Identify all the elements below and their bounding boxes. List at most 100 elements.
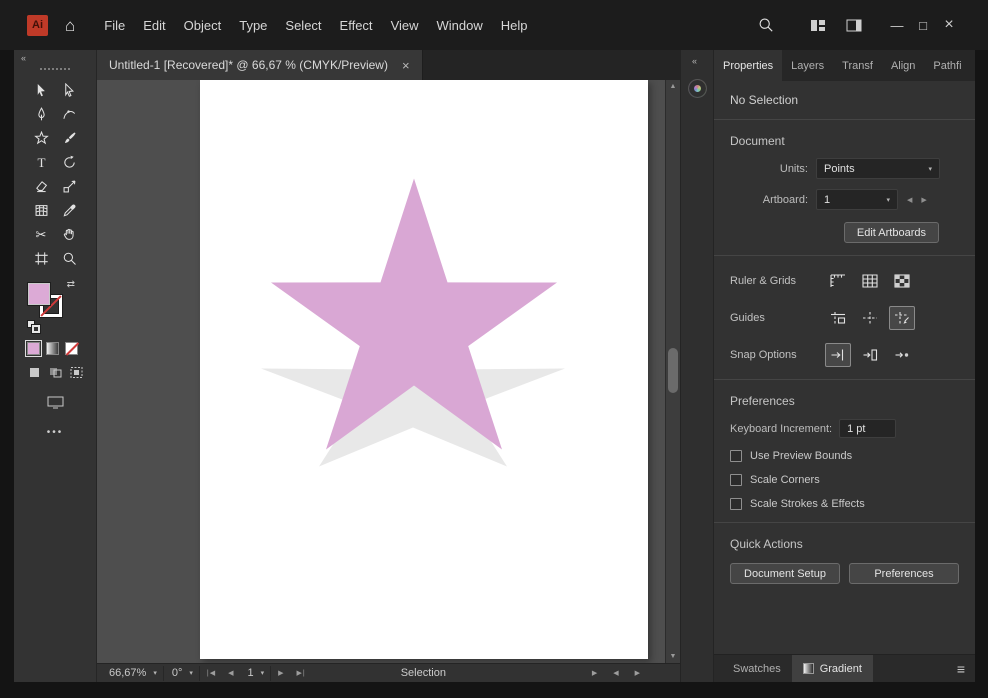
scale-tool[interactable]: [55, 174, 83, 198]
menu-window[interactable]: Window: [428, 13, 492, 38]
next-artboard-button[interactable]: ▶: [273, 669, 289, 677]
workspace-switcher-icon[interactable]: [810, 19, 826, 32]
status-menu-arrow-icon[interactable]: ▶: [592, 669, 597, 677]
eraser-tool[interactable]: [27, 174, 55, 198]
mesh-tool[interactable]: [27, 198, 55, 222]
snap-to-pixel-icon[interactable]: [857, 343, 883, 367]
maximize-button[interactable]: □: [910, 18, 936, 33]
artboard[interactable]: [200, 80, 648, 659]
previous-artboard-pager-icon[interactable]: ◀: [907, 196, 912, 204]
hscroll-left-icon[interactable]: ◀: [613, 669, 618, 677]
artboard-navigation-select[interactable]: 1 ▾: [241, 665, 272, 681]
next-artboard-pager-icon[interactable]: ▶: [921, 196, 926, 204]
zoom-tool[interactable]: [55, 246, 83, 270]
scroll-down-icon[interactable]: ▼: [666, 653, 680, 660]
toolbar-collapse-icon[interactable]: «: [14, 50, 96, 66]
rotation-select[interactable]: 0° ▾: [166, 665, 200, 681]
direct-selection-tool[interactable]: [55, 78, 83, 102]
expand-panels-icon[interactable]: «: [681, 50, 713, 66]
color-button[interactable]: [25, 340, 42, 357]
artboard-select[interactable]: 1 ▾: [816, 189, 898, 210]
home-icon[interactable]: ⌂: [65, 17, 75, 34]
menu-view[interactable]: View: [382, 13, 428, 38]
document-tab-close-icon[interactable]: ×: [402, 58, 410, 73]
tab-gradient[interactable]: Gradient: [791, 655, 873, 682]
scale-strokes-effects-checkbox[interactable]: [730, 498, 742, 510]
chevron-down-icon: ▾: [189, 670, 193, 677]
eyedropper-tool[interactable]: [55, 198, 83, 222]
tab-align[interactable]: Align: [882, 50, 924, 81]
toolbar-drag-grip[interactable]: [40, 68, 70, 72]
rotate-tool[interactable]: [55, 150, 83, 174]
keyboard-increment-input[interactable]: 1 pt: [839, 419, 897, 438]
draw-mode-buttons: [27, 366, 84, 384]
selection-tool[interactable]: [27, 78, 55, 102]
hand-tool[interactable]: [55, 222, 83, 246]
transparency-grid-icon[interactable]: [889, 269, 915, 293]
menu-type[interactable]: Type: [230, 13, 276, 38]
keyboard-increment-value: 1 pt: [847, 422, 866, 435]
type-tool[interactable]: T: [27, 150, 55, 174]
panel-layout-icon[interactable]: [846, 19, 862, 32]
search-icon[interactable]: [758, 17, 774, 33]
tab-swatches[interactable]: Swatches: [722, 655, 792, 682]
lock-guides-icon[interactable]: [857, 306, 883, 330]
scroll-up-icon[interactable]: ▲: [666, 83, 680, 90]
draw-behind-icon[interactable]: [48, 366, 63, 384]
minimize-button[interactable]: —: [884, 18, 910, 33]
document-setup-button[interactable]: Document Setup: [730, 563, 840, 584]
tab-transform[interactable]: Transf: [833, 50, 882, 81]
star-tool[interactable]: [27, 126, 55, 150]
edit-guides-icon[interactable]: [889, 306, 915, 330]
screen-mode-icon[interactable]: [47, 396, 64, 414]
draw-inside-icon[interactable]: [69, 366, 84, 384]
window-left-edge: [0, 50, 14, 682]
vertical-scrollbar-thumb[interactable]: [668, 348, 678, 393]
tool-grid: T ✂: [27, 78, 83, 270]
titlebar: Ai ⌂ File Edit Object Type Select Effect…: [0, 0, 988, 50]
snap-to-grid-icon[interactable]: [825, 343, 851, 367]
scissors-tool[interactable]: ✂: [27, 222, 55, 246]
use-preview-bounds-checkbox[interactable]: [730, 450, 742, 462]
menu-help[interactable]: Help: [492, 13, 537, 38]
draw-normal-icon[interactable]: [27, 366, 42, 384]
canvas-pasteboard[interactable]: ▲ ▼: [97, 80, 680, 663]
previous-artboard-button[interactable]: ◀: [223, 669, 239, 677]
default-fill-stroke-icon[interactable]: [27, 320, 41, 334]
last-artboard-button[interactable]: ▶|: [292, 669, 311, 677]
show-rulers-icon[interactable]: [825, 269, 851, 293]
edit-toolbar-ellipsis[interactable]: •••: [47, 427, 64, 438]
pen-tool[interactable]: [27, 102, 55, 126]
none-button[interactable]: [65, 342, 78, 355]
menu-file[interactable]: File: [95, 13, 134, 38]
units-select[interactable]: Points ▾: [816, 158, 940, 179]
close-window-button[interactable]: ×: [936, 16, 962, 34]
collapsed-panel-dock: «: [680, 50, 713, 682]
curvature-tool[interactable]: [55, 102, 83, 126]
artboard-tool[interactable]: [27, 246, 55, 270]
tab-layers[interactable]: Layers: [782, 50, 833, 81]
show-grid-icon[interactable]: [857, 269, 883, 293]
snap-to-point-icon[interactable]: [889, 343, 915, 367]
menu-select[interactable]: Select: [276, 13, 330, 38]
show-guides-icon[interactable]: [825, 306, 851, 330]
menu-edit[interactable]: Edit: [134, 13, 174, 38]
paintbrush-tool[interactable]: [55, 126, 83, 150]
fill-color-swatch[interactable]: [27, 282, 51, 306]
menu-object[interactable]: Object: [175, 13, 231, 38]
color-panel-icon[interactable]: [688, 80, 706, 97]
panel-menu-icon[interactable]: ≡: [957, 661, 965, 677]
scale-corners-checkbox[interactable]: [730, 474, 742, 486]
edit-artboards-button[interactable]: Edit Artboards: [843, 222, 939, 243]
menu-effect[interactable]: Effect: [331, 13, 382, 38]
first-artboard-button[interactable]: |◀: [202, 669, 221, 677]
swap-fill-stroke-icon[interactable]: ⇄: [67, 279, 75, 290]
gradient-button[interactable]: [46, 342, 59, 355]
tab-properties[interactable]: Properties: [714, 50, 783, 81]
vertical-scrollbar[interactable]: ▲ ▼: [665, 80, 680, 663]
hscroll-right-icon[interactable]: ▶: [635, 669, 640, 677]
document-tab[interactable]: Untitled-1 [Recovered]* @ 66,67 % (CMYK/…: [97, 50, 423, 80]
preferences-button[interactable]: Preferences: [849, 563, 959, 584]
zoom-select[interactable]: 66,67% ▾: [103, 665, 164, 681]
tab-pathfinder[interactable]: Pathfi: [924, 50, 970, 81]
